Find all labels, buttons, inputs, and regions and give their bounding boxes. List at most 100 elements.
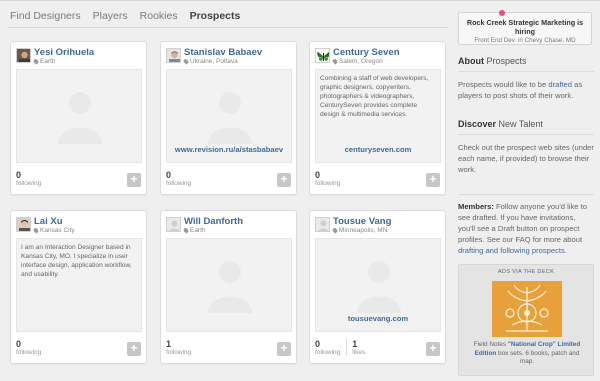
location-pin-icon [331, 58, 339, 65]
prospect-name[interactable]: Will Danforth [184, 216, 243, 227]
location-pin-icon [32, 58, 40, 65]
location-pin-icon [182, 227, 190, 234]
location-pin-icon [182, 58, 190, 65]
card-stats: 0 following [166, 170, 197, 187]
placeholder-person-icon [208, 261, 252, 313]
prospect-website-link[interactable]: tousuevang.com [316, 314, 440, 323]
tab-rookies[interactable]: Rookies [140, 10, 178, 26]
prospect-card: Will Danforth Earth 1 following + [160, 210, 297, 364]
shot-placeholder[interactable]: Combining a staff of web developers, gra… [315, 69, 441, 163]
job-ad-title: Rock Creek Strategic Marketing is hiring [466, 18, 584, 36]
follow-plus-button[interactable]: + [426, 173, 440, 187]
drafting-following-link[interactable]: drafting and following prospects [458, 246, 565, 255]
following-stat[interactable]: 0 following [16, 339, 41, 356]
follow-plus-button[interactable]: + [127, 342, 141, 356]
avatar[interactable] [16, 48, 31, 63]
shot-placeholder[interactable]: www.revision.ru/a/stasbabaev [166, 69, 292, 163]
following-count: 0 [315, 339, 321, 349]
prospect-name[interactable]: Century Seven [333, 47, 400, 58]
following-label: following [315, 180, 341, 187]
prospect-name[interactable]: Lai Xu [34, 216, 63, 227]
prospect-name[interactable]: Yesi Orihuela [34, 47, 94, 58]
deck-ad-image[interactable] [492, 281, 562, 337]
deck-ad-header: ADS VIA THE DECK [497, 269, 555, 275]
prospect-card: Stanislav Babaev Ukraine, Poltava www.re… [160, 41, 297, 195]
shot-placeholder[interactable] [16, 69, 142, 163]
following-count: 0 [315, 170, 321, 180]
avatar[interactable] [315, 217, 330, 232]
members-section: Members: Follow anyone you'd like to see… [458, 194, 594, 256]
prospect-location: Earth [32, 58, 56, 65]
location-text: Earth [40, 58, 56, 65]
shot-placeholder[interactable]: I am an Interaction Designer based in Ka… [16, 238, 142, 332]
tab-prospects[interactable]: Prospects [190, 10, 241, 26]
prospect-card: Tousue Vang Minneapolis, MN tousuevang.c… [309, 210, 446, 364]
prospect-name[interactable]: Stanislav Babaev [184, 47, 262, 58]
following-stat[interactable]: 0 following [315, 339, 340, 356]
about-heading-rest: Prospects [486, 56, 527, 66]
prospect-card: Lai Xu Kansas City I am an Interaction D… [10, 210, 147, 364]
following-count: 0 [166, 170, 172, 180]
about-heading: About Prospects [458, 56, 594, 66]
prospect-name[interactable]: Tousue Vang [333, 216, 391, 227]
nav-divider [8, 27, 448, 28]
discover-heading-rest: New Talent [498, 119, 543, 129]
likes-count: 1 [352, 339, 358, 349]
following-count: 0 [16, 170, 22, 180]
avatar[interactable] [315, 48, 330, 63]
prospect-website-link[interactable]: www.revision.ru/a/stasbabaev [167, 145, 291, 154]
deck-caption-before: Field Notes [473, 341, 507, 348]
shot-placeholder[interactable] [166, 238, 292, 332]
following-stat[interactable]: 0 following [315, 170, 340, 187]
follow-plus-button[interactable]: + [277, 342, 291, 356]
prospect-location: Kansas City [32, 227, 75, 234]
avatar[interactable] [16, 217, 31, 232]
follow-plus-button[interactable]: + [127, 173, 141, 187]
follow-plus-button[interactable]: + [277, 173, 291, 187]
pink-ball-icon [499, 10, 505, 16]
card-stats: 0 following [16, 170, 47, 187]
main-nav: Find Designers Players Rookies Prospects [10, 10, 252, 26]
location-pin-icon [32, 227, 40, 234]
tab-find-designers[interactable]: Find Designers [10, 10, 81, 26]
card-stats: 1 following [166, 339, 197, 356]
following-stat[interactable]: 1 following [166, 339, 191, 356]
following-stat[interactable]: 0 following [166, 170, 191, 187]
follow-plus-button[interactable]: + [426, 342, 440, 356]
crop-emblem-icon [492, 281, 562, 337]
location-text: Ukraine, Poltava [190, 58, 238, 65]
deck-caption-after: box sets. 6 books, patch and map. [498, 349, 580, 366]
prospect-description: I am an Interaction Designer based in Ka… [21, 244, 132, 278]
card-stats: 0 following 1 likes [315, 339, 371, 356]
following-label: following [166, 180, 192, 187]
prospect-card: Yesi Orihuela Earth 0 following + [10, 41, 147, 195]
card-stats: 0 following [315, 170, 346, 187]
about-heading-bold: About [458, 56, 484, 66]
following-stat[interactable]: 0 following [16, 170, 41, 187]
tab-players[interactable]: Players [93, 10, 128, 26]
section-divider [458, 134, 594, 135]
likes-label: likes [352, 349, 366, 356]
drafted-link[interactable]: drafted [548, 80, 572, 89]
avatar[interactable] [166, 48, 181, 63]
section-divider [458, 194, 594, 195]
members-label: Members: [458, 202, 494, 211]
shot-placeholder[interactable]: tousuevang.com [315, 238, 441, 332]
placeholder-person-icon [357, 261, 401, 313]
avatar[interactable] [166, 217, 181, 232]
top-border [0, 0, 600, 1]
about-section: About Prospects Prospects would like to … [458, 56, 594, 101]
job-ad-banner[interactable]: Rock Creek Strategic Marketing is hiring… [458, 10, 592, 45]
following-count: 0 [16, 339, 22, 349]
prospect-website-link[interactable]: centuryseven.com [316, 145, 440, 154]
section-divider [458, 71, 594, 72]
location-text: Kansas City [40, 227, 75, 234]
likes-stat[interactable]: 1 likes [346, 339, 365, 356]
discover-section: Discover New Talent Check out the prospe… [458, 119, 594, 175]
deck-ad[interactable]: ADS VIA THE DECK Field Notes "National C… [458, 264, 594, 376]
following-label: following [16, 180, 42, 187]
discover-text: Check out the prospect web sites (under … [458, 143, 594, 174]
following-label: following [315, 349, 341, 356]
job-ad-subtitle: Front End Dev. in Chevy Chase, MD [474, 37, 576, 44]
location-text: Salem, Oregon [339, 58, 383, 65]
